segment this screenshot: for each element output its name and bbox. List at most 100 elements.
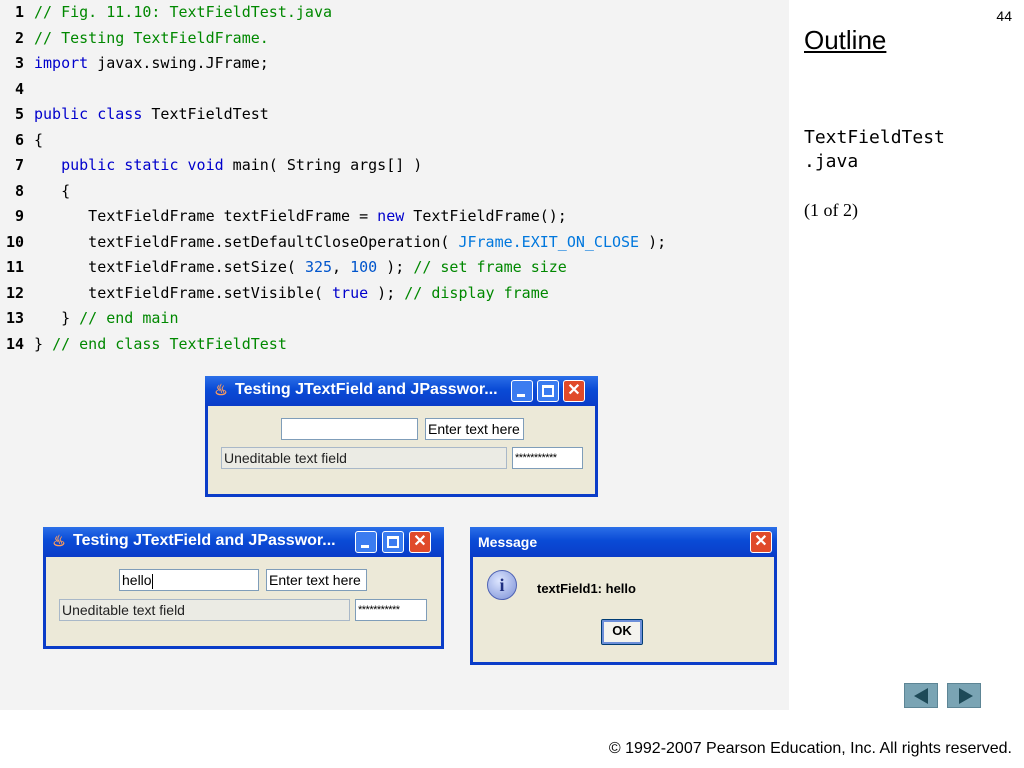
code-token: TextFieldTest bbox=[142, 105, 269, 123]
code-text: public class TextFieldTest bbox=[34, 102, 269, 126]
textfield-window-initial: ♨ Testing JTextField and JPasswor... ✕ E… bbox=[205, 376, 598, 497]
line-number: 4 bbox=[14, 79, 24, 98]
code-line: 12 textFieldFrame.setVisible( true ); //… bbox=[0, 281, 789, 305]
text-field-1[interactable] bbox=[281, 418, 418, 440]
information-icon: i bbox=[487, 570, 517, 600]
code-token: { bbox=[34, 181, 71, 200]
code-line: 11 textFieldFrame.setSize( 325, 100 ); /… bbox=[0, 255, 789, 279]
line-number: 11 bbox=[5, 258, 24, 276]
code-line: 14 } // end class TextFieldTest bbox=[0, 332, 789, 356]
line-number: 8 bbox=[14, 181, 24, 200]
message-dialog: Message ✕ i textField1: hello OK bbox=[470, 527, 777, 665]
code-line: 2 // Testing TextFieldFrame. bbox=[0, 26, 789, 50]
previous-slide-button[interactable] bbox=[904, 683, 938, 708]
dialog-titlebar[interactable]: Message ✕ bbox=[470, 527, 777, 557]
close-icon: ✕ bbox=[413, 533, 427, 550]
code-token: import bbox=[34, 54, 89, 72]
code-token: ); bbox=[639, 232, 667, 251]
code-token: // display frame bbox=[404, 283, 549, 302]
password-field[interactable]: *********** bbox=[355, 599, 427, 621]
code-text: textFieldFrame.setVisible( true ); // di… bbox=[34, 281, 549, 305]
minimize-icon bbox=[517, 394, 525, 397]
code-line: 8 { bbox=[0, 179, 789, 203]
password-field[interactable]: *********** bbox=[512, 447, 583, 469]
code-token: , bbox=[332, 258, 351, 276]
code-line: 6{ bbox=[0, 128, 789, 152]
code-token: textFieldFrame.setVisible( bbox=[34, 283, 333, 302]
code-token: public static void bbox=[61, 156, 224, 174]
code-text: import javax.swing.JFrame; bbox=[34, 51, 269, 75]
code-line: 13 } // end main bbox=[0, 306, 789, 330]
uneditable-text-field: Uneditable text field bbox=[59, 599, 350, 621]
outline-filename: TextFieldTest .java bbox=[804, 127, 945, 172]
code-text: { bbox=[34, 179, 70, 203]
code-line: 3 import javax.swing.JFrame; bbox=[0, 51, 789, 75]
maximize-icon bbox=[542, 385, 554, 397]
code-text: // Fig. 11.10: TextFieldTest.java bbox=[34, 0, 332, 24]
code-line: 1 // Fig. 11.10: TextFieldTest.java bbox=[0, 0, 789, 24]
code-text: textFieldFrame.setSize( 325, 100 ); // s… bbox=[34, 255, 567, 279]
line-number: 13 bbox=[5, 309, 24, 327]
line-number: 10 bbox=[5, 232, 24, 251]
code-token: new bbox=[377, 207, 405, 225]
code-token: // Fig. 11.10: TextFieldTest.java bbox=[34, 3, 333, 21]
code-text: // Testing TextFieldFrame. bbox=[34, 26, 269, 50]
code-token: { bbox=[34, 130, 44, 149]
maximize-button[interactable] bbox=[382, 531, 404, 553]
close-icon: ✕ bbox=[754, 533, 768, 550]
code-text: { bbox=[34, 128, 43, 152]
code-line: 10 textFieldFrame.setDefaultCloseOperati… bbox=[0, 230, 789, 254]
code-token: TextFieldFrame(); bbox=[404, 207, 567, 225]
maximize-icon bbox=[387, 536, 399, 548]
text-field-2[interactable]: Enter text here bbox=[425, 418, 524, 440]
code-text: public static void main( String args[] ) bbox=[34, 153, 422, 177]
minimize-button[interactable] bbox=[511, 380, 533, 402]
text-field-1-value: hello bbox=[122, 572, 152, 588]
dialog-message: textField1: hello bbox=[537, 581, 636, 596]
ok-button[interactable]: OK bbox=[601, 619, 643, 645]
code-token: true bbox=[332, 283, 369, 302]
text-field-2[interactable]: Enter text here bbox=[266, 569, 367, 591]
code-token: 325 bbox=[304, 258, 333, 276]
code-text: } // end class TextFieldTest bbox=[34, 332, 287, 356]
code-token: // end main bbox=[79, 309, 179, 327]
maximize-button[interactable] bbox=[537, 380, 559, 402]
uneditable-text-field: Uneditable text field bbox=[221, 447, 507, 469]
window-titlebar[interactable]: ♨ Testing JTextField and JPasswor... ✕ bbox=[43, 527, 444, 557]
triangle-right-icon bbox=[959, 688, 973, 704]
close-icon: ✕ bbox=[567, 382, 581, 399]
line-number: 7 bbox=[14, 156, 24, 174]
outline-page-indicator: (1 of 2) bbox=[804, 200, 858, 220]
code-text: TextFieldFrame textFieldFrame = new Text… bbox=[34, 204, 567, 228]
code-token: textFieldFrame.setDefaultCloseOperation( bbox=[34, 232, 459, 251]
code-text: } // end main bbox=[34, 306, 179, 330]
code-token: TextFieldFrame textFieldFrame = bbox=[34, 207, 378, 225]
code-token: ); bbox=[368, 283, 405, 302]
close-button[interactable]: ✕ bbox=[563, 380, 585, 402]
close-button[interactable]: ✕ bbox=[750, 531, 772, 553]
text-caret bbox=[151, 573, 153, 589]
minimize-button[interactable] bbox=[355, 531, 377, 553]
code-line: 4 bbox=[0, 77, 789, 101]
code-text: textFieldFrame.setDefaultCloseOperation(… bbox=[34, 230, 666, 254]
code-token: } bbox=[34, 309, 80, 327]
code-token: public class bbox=[34, 105, 143, 123]
code-token: // set frame size bbox=[413, 258, 567, 276]
code-token: } bbox=[34, 334, 53, 353]
next-slide-button[interactable] bbox=[947, 683, 981, 708]
java-cup-icon: ♨ bbox=[214, 382, 228, 399]
line-number: 14 bbox=[5, 334, 24, 353]
code-token: textFieldFrame.setSize( bbox=[34, 258, 305, 276]
code-token: main( String args[] ) bbox=[223, 156, 423, 174]
line-number: 2 bbox=[14, 28, 24, 47]
outline-link[interactable]: Outline bbox=[804, 25, 886, 56]
java-cup-icon: ♨ bbox=[52, 533, 66, 550]
close-button[interactable]: ✕ bbox=[409, 531, 431, 553]
text-field-1[interactable]: hello bbox=[119, 569, 259, 591]
code-token: javax.swing.JFrame; bbox=[88, 54, 269, 72]
code-token: ); bbox=[377, 258, 414, 276]
line-number: 5 bbox=[14, 105, 24, 123]
line-number: 12 bbox=[5, 283, 24, 302]
window-titlebar[interactable]: ♨ Testing JTextField and JPasswor... ✕ bbox=[205, 376, 598, 406]
